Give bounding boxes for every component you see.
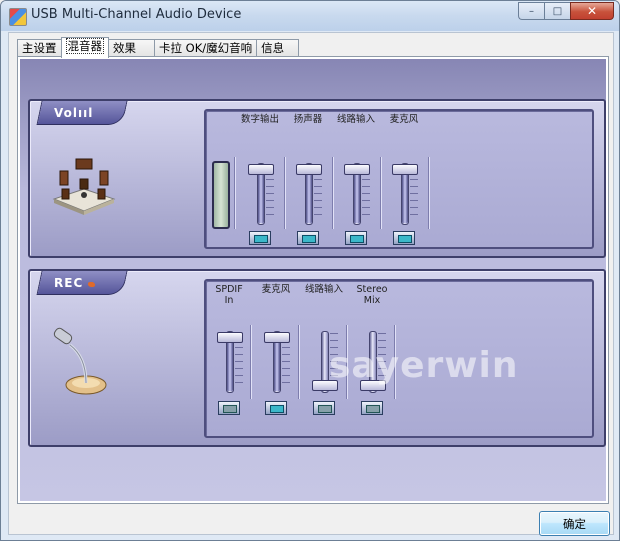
record-slider-line-in[interactable] [306, 327, 342, 395]
volume-mute-button-mic[interactable] [393, 231, 415, 245]
volume-slider-line-in[interactable] [338, 159, 374, 227]
caption-buttons: – □ ✕ [518, 2, 614, 21]
tab-main-settings[interactable]: 主设置 [17, 39, 62, 57]
record-badge-label: REC [54, 275, 96, 290]
record-channel-label: 麦克风 [261, 284, 291, 295]
record-channel-label: Stereo [356, 284, 388, 295]
tab-effects[interactable]: 效果 [108, 39, 155, 57]
tab-strip: 主设置 混音器 效果 卡拉 OK/魔幻音响 信息 [17, 37, 300, 58]
volume-divider [380, 157, 381, 229]
record-slider-spdif-in[interactable] [211, 327, 247, 395]
mixer-tab-panel: Volııl 数字输出 扬声器 线路输入 麦克风 REC SPDIF In 麦克… [17, 56, 609, 504]
volume-slider-speaker[interactable] [290, 159, 326, 227]
volume-mute-button-speaker[interactable] [297, 231, 319, 245]
slider-thumb[interactable] [248, 163, 274, 175]
slider-thumb[interactable] [312, 380, 338, 392]
volume-channel-label: 麦克风 [389, 114, 419, 125]
record-divider [394, 325, 395, 399]
dialog-client-area: 主设置 混音器 效果 卡拉 OK/魔幻音响 信息 Volııl 数字输出 扬声器… [8, 32, 614, 536]
record-dot-icon [87, 281, 96, 287]
volume-channel-label: 线路输入 [336, 114, 375, 125]
volume-module: Volııl 数字输出 扬声器 线路输入 麦克风 [28, 99, 606, 258]
record-select-button-spdif-in[interactable] [218, 401, 240, 415]
record-channel-sublabel: In [224, 295, 234, 306]
mixer-stage: Volııl 数字输出 扬声器 线路输入 麦克风 REC SPDIF In 麦克… [20, 59, 606, 501]
maximize-button[interactable]: □ [544, 2, 570, 20]
microphone-icon [53, 327, 107, 395]
record-channel-label: 线路输入 [304, 284, 343, 295]
window-title: USB Multi-Channel Audio Device [31, 7, 242, 22]
volume-level-display [212, 161, 230, 229]
tab-karaoke[interactable]: 卡拉 OK/魔幻音响 [154, 39, 258, 57]
record-select-button-line-in[interactable] [313, 401, 335, 415]
record-channel-sublabel: Mix [363, 295, 381, 306]
volume-badge-label: Volııl [54, 105, 94, 120]
volume-channel-label: 数字输出 [240, 114, 279, 125]
volume-mute-button-line-in[interactable] [345, 231, 367, 245]
record-divider [298, 325, 299, 399]
slider-thumb[interactable] [264, 331, 290, 343]
slider-thumb[interactable] [217, 331, 243, 343]
slider-fill [354, 169, 360, 223]
slider-fill [258, 169, 264, 223]
volume-channel-label: 扬声器 [293, 114, 323, 125]
app-window: USB Multi-Channel Audio Device – □ ✕ 主设置… [0, 0, 620, 541]
record-channel-label: SPDIF [215, 284, 243, 295]
slider-fill [306, 169, 312, 223]
slider-fill [402, 169, 408, 223]
slider-thumb[interactable] [296, 163, 322, 175]
ok-button[interactable]: 确定 [539, 511, 610, 536]
volume-slider-digital-out[interactable] [242, 159, 278, 227]
record-slider-stereo-mix[interactable] [354, 327, 390, 395]
record-slider-mic[interactable] [258, 327, 294, 395]
record-sliders-panel: SPDIF In 麦克风 线路输入 Stereo Mix [204, 279, 594, 438]
close-icon: ✕ [586, 4, 598, 18]
slider-thumb[interactable] [360, 380, 386, 392]
record-select-button-stereo-mix[interactable] [361, 401, 383, 415]
tab-mixer-label: 混音器 [65, 38, 104, 54]
record-divider [250, 325, 251, 399]
app-icon [9, 8, 27, 26]
speaker-room-icon [52, 158, 116, 215]
volume-divider [428, 157, 429, 229]
volume-divider [332, 157, 333, 229]
minimize-button[interactable]: – [518, 2, 544, 20]
volume-sliders-panel: 数字输出 扬声器 线路输入 麦克风 [204, 109, 594, 249]
record-select-button-mic[interactable] [265, 401, 287, 415]
record-badge: REC [36, 271, 128, 295]
tab-mixer[interactable]: 混音器 [60, 37, 109, 58]
volume-divider [234, 157, 235, 229]
title-bar[interactable]: USB Multi-Channel Audio Device – □ ✕ [1, 1, 619, 31]
slider-fill [227, 337, 233, 391]
record-module: REC SPDIF In 麦克风 线路输入 Stereo Mix [28, 269, 606, 447]
close-button[interactable]: ✕ [570, 2, 614, 20]
minimize-icon: – [529, 5, 534, 17]
slider-thumb[interactable] [392, 163, 418, 175]
slider-fill [274, 337, 280, 391]
tab-info[interactable]: 信息 [256, 39, 300, 57]
record-badge-text: REC [54, 275, 84, 290]
volume-divider [284, 157, 285, 229]
volume-slider-mic[interactable] [386, 159, 422, 227]
record-divider [346, 325, 347, 399]
volume-mute-button-digital-out[interactable] [249, 231, 271, 245]
volume-badge: Volııl [36, 101, 128, 125]
maximize-icon: □ [552, 5, 563, 17]
slider-thumb[interactable] [344, 163, 370, 175]
